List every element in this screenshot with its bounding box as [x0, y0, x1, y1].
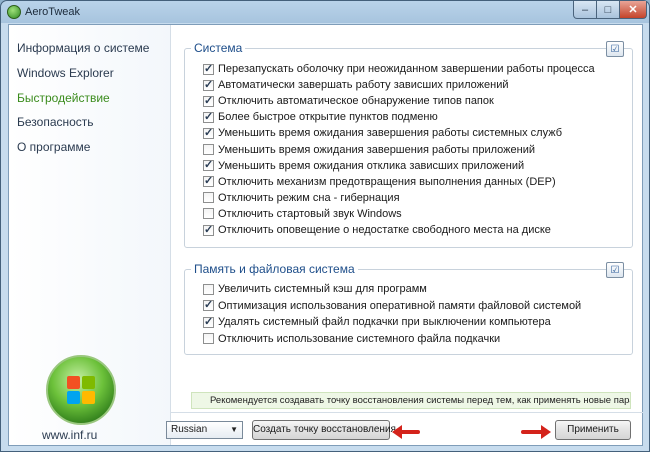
chevron-down-icon: ▼ — [230, 425, 238, 434]
red-arrow-left-icon — [392, 425, 420, 439]
option-row[interactable]: Отключить стартовый звук Windows — [203, 208, 402, 220]
option-label: Оптимизация использования оперативной па… — [218, 299, 582, 312]
language-select[interactable]: Russian ▼ — [166, 421, 243, 439]
maximize-icon: □ — [604, 3, 612, 16]
app-icon — [7, 5, 21, 19]
create-restore-point-button[interactable]: Создать точку восстановления — [252, 420, 396, 440]
checkbox-unchecked[interactable] — [203, 144, 214, 155]
sidebar-item-about[interactable]: О программе — [17, 140, 90, 154]
option-row[interactable]: Увеличить системный кэш для программ — [203, 283, 427, 295]
sidebar-item-security[interactable]: Безопасность — [17, 115, 94, 129]
minimize-button[interactable]: – — [573, 1, 597, 19]
memory-group: Память и файловая система ☑ Увеличить си… — [184, 262, 633, 355]
checkbox-checked[interactable] — [203, 94, 214, 107]
checkbox-unchecked[interactable] — [203, 283, 214, 295]
option-row[interactable]: Уменьшить время ожидания отклика зависши… — [203, 158, 525, 172]
sidebar: Информация о системе Windows Explorer Бы… — [9, 25, 171, 445]
option-row[interactable]: Более быстрое открытие пунктов подменю — [203, 110, 438, 124]
checkbox-checked[interactable] — [203, 174, 214, 188]
select-all-icon[interactable]: ☑ — [606, 41, 624, 57]
checkbox-checked[interactable] — [203, 158, 214, 172]
checkbox-checked[interactable] — [203, 126, 214, 139]
maximize-button[interactable]: □ — [596, 1, 620, 19]
option-row[interactable]: Уменьшить время ожидания завершения рабо… — [203, 144, 535, 156]
option-label: Перезапускать оболочку при неожиданном з… — [218, 63, 595, 75]
logo-flag-green — [82, 376, 95, 389]
close-button[interactable]: ✕ — [619, 1, 647, 19]
option-row[interactable]: Оптимизация использования оперативной па… — [203, 298, 582, 312]
sidebar-item-system-info[interactable]: Информация о системе — [17, 41, 149, 55]
option-label: Увеличить системный кэш для программ — [218, 283, 427, 295]
option-label: Отключить автоматическое обнаружение тип… — [218, 95, 494, 108]
checkbox-checked[interactable] — [203, 298, 214, 311]
option-row[interactable]: Отключить режим сна - гибернация — [203, 192, 400, 204]
logo-flag-blue — [67, 391, 80, 404]
option-row[interactable]: Отключить использование системного файла… — [203, 333, 500, 345]
option-label: Отключить оповещение о недостатке свобод… — [218, 224, 551, 236]
checkbox-checked[interactable] — [203, 223, 214, 236]
option-label: Уменьшить время ожидания отклика зависши… — [218, 159, 525, 172]
minimize-icon: – — [581, 3, 589, 16]
option-label: Отключить использование системного файла… — [218, 332, 501, 345]
checkbox-unchecked[interactable] — [203, 333, 214, 344]
option-row[interactable]: Отключить механизм предотвращения выполн… — [203, 174, 556, 188]
option-label: Отключить режим сна - гибернация — [218, 191, 400, 204]
site-link[interactable]: www.inf.ru — [42, 428, 97, 442]
system-group: Система ☑ Перезапускать оболочку при нео… — [184, 41, 633, 248]
close-icon: ✕ — [628, 4, 638, 16]
title-bar[interactable]: AeroTweak – □ ✕ — [1, 1, 649, 23]
windows-logo — [46, 355, 116, 425]
option-label: Удалять системный файл подкачки при выкл… — [218, 316, 551, 328]
option-row[interactable]: Автоматически завершать работу зависших … — [203, 78, 509, 92]
option-label: Уменьшить время ожидания завершения рабо… — [218, 127, 562, 140]
client-area: Информация о системе Windows Explorer Бы… — [8, 24, 643, 446]
option-row[interactable]: Перезапускать оболочку при неожиданном з… — [203, 62, 595, 75]
option-label: Отключить стартовый звук Windows — [218, 207, 402, 220]
app-window: AeroTweak – □ ✕ Информация о системе Win… — [0, 0, 650, 452]
checkbox-checked[interactable] — [203, 315, 214, 328]
option-row[interactable]: Удалять системный файл подкачки при выкл… — [203, 315, 551, 328]
checkbox-unchecked[interactable] — [203, 208, 214, 220]
option-row[interactable]: Уменьшить время ожидания завершения рабо… — [203, 126, 562, 140]
apply-button[interactable]: Применить — [555, 420, 631, 440]
system-group-title: Система — [191, 41, 246, 55]
sidebar-item-windows-explorer[interactable]: Windows Explorer — [17, 66, 114, 80]
language-value: Russian — [171, 424, 208, 435]
footer-divider — [171, 412, 643, 413]
option-label: Уменьшить время ожидания завершения рабо… — [218, 143, 535, 156]
select-all-icon[interactable]: ☑ — [606, 262, 624, 278]
red-arrow-right-icon — [521, 425, 551, 439]
window-title: AeroTweak — [25, 6, 81, 18]
checkbox-checked[interactable] — [203, 78, 214, 91]
checkbox-checked[interactable] — [203, 62, 214, 75]
option-row[interactable]: Отключить автоматическое обнаружение тип… — [203, 94, 494, 108]
option-label: Более быстрое открытие пунктов подменю — [218, 111, 438, 124]
option-label: Отключить механизм предотвращения выполн… — [218, 175, 556, 188]
checkbox-unchecked[interactable] — [203, 192, 214, 204]
logo-flag-yellow — [82, 391, 95, 404]
logo-flag-red — [67, 376, 80, 389]
checkbox-checked[interactable] — [203, 110, 214, 123]
memory-group-title: Память и файловая система — [191, 262, 358, 276]
option-row[interactable]: Отключить оповещение о недостатке свобод… — [203, 223, 551, 236]
option-label: Автоматически завершать работу зависших … — [218, 79, 509, 92]
sidebar-item-performance[interactable]: Быстродействие — [17, 91, 110, 105]
restore-point-notice: Рекомендуется создавать точку восстановл… — [191, 392, 631, 409]
